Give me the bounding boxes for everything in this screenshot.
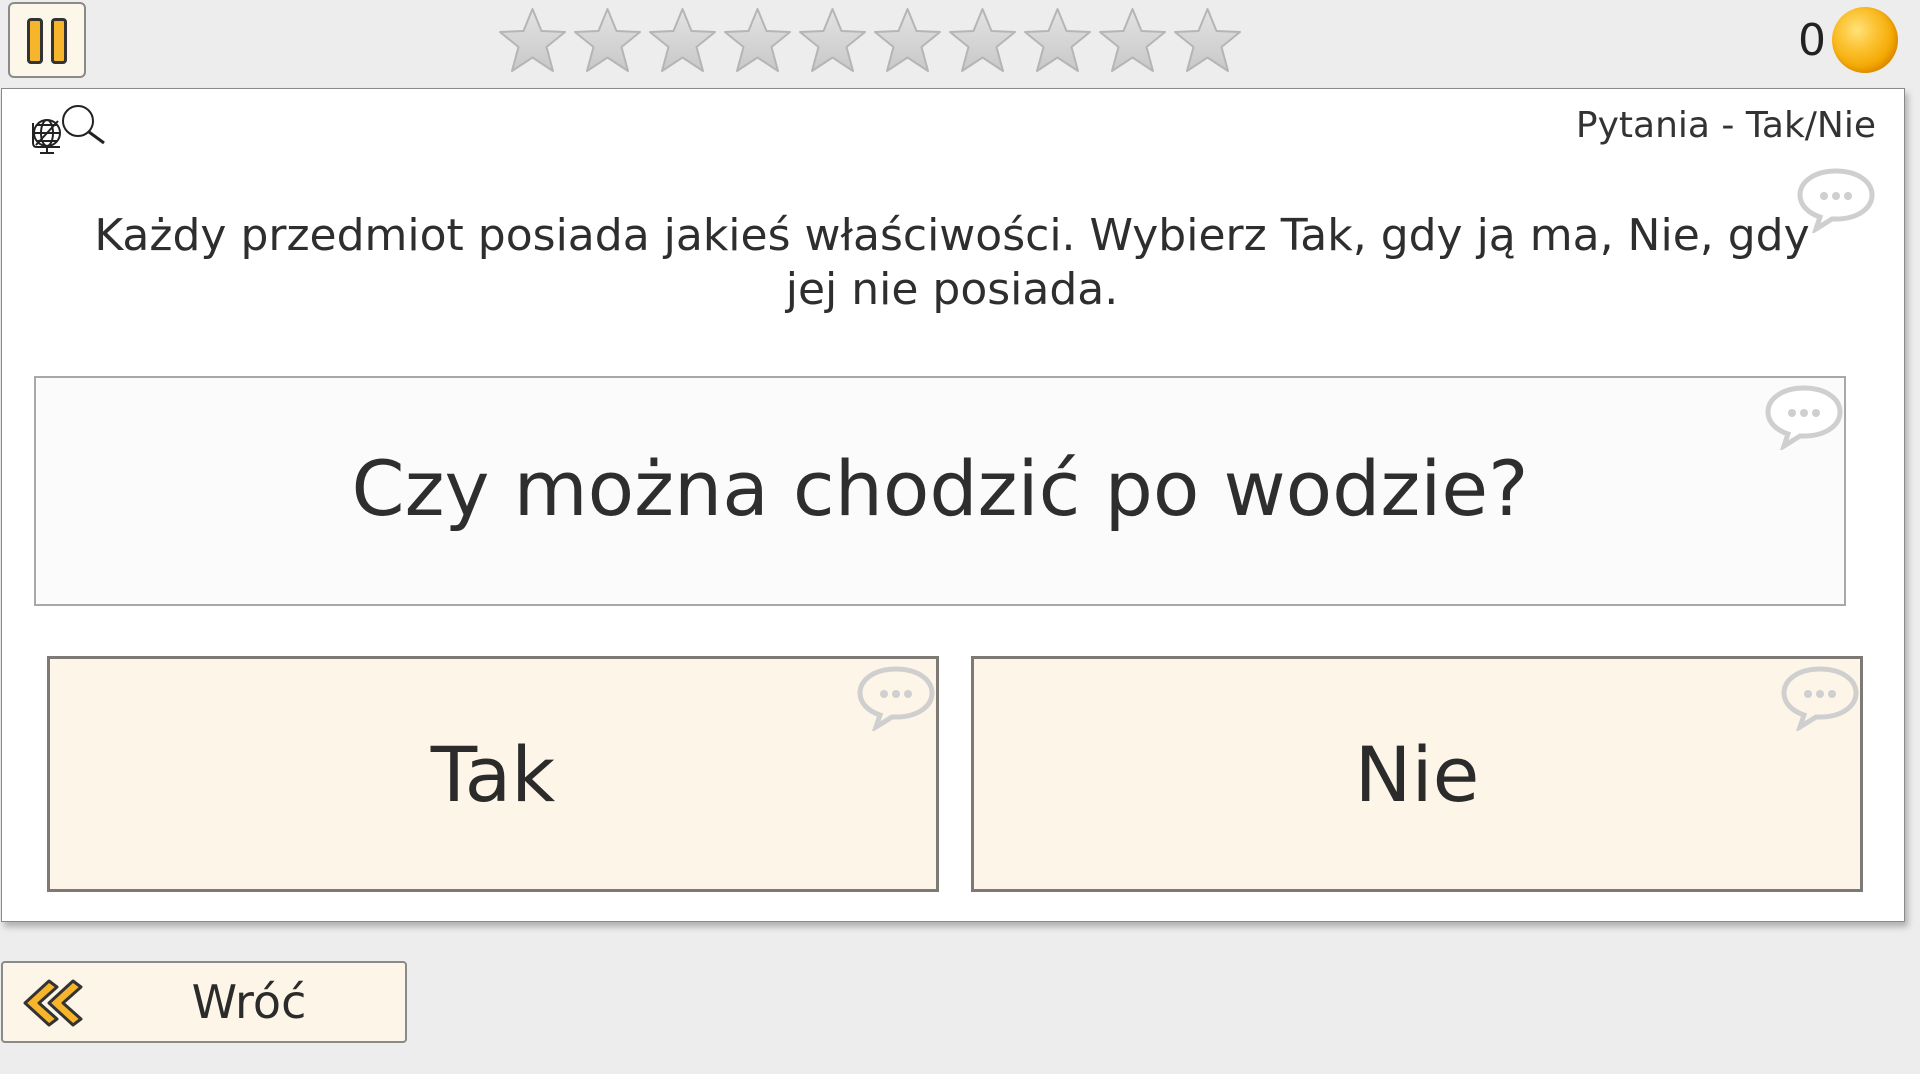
answer-yes-button[interactable]: Tak — [47, 656, 939, 892]
globe-search-icon[interactable] — [30, 101, 108, 157]
category-title: Pytania - Tak/Nie — [1575, 105, 1876, 146]
star-icon — [1099, 8, 1166, 72]
star-icon — [1174, 8, 1241, 72]
pause-icon — [27, 18, 43, 64]
coin-icon — [1832, 7, 1898, 73]
answer-label: Nie — [1354, 729, 1480, 819]
coin-counter: 0 — [1798, 6, 1898, 74]
speech-bubble-icon[interactable] — [1764, 384, 1844, 450]
answer-no-button[interactable]: Nie — [971, 656, 1863, 892]
star-icon — [1024, 8, 1091, 72]
star-rating — [495, 6, 1245, 76]
star-icon — [874, 8, 941, 72]
pause-button[interactable] — [8, 2, 86, 78]
question-text: Czy można chodzić po wodzie? — [351, 443, 1529, 533]
star-icon — [799, 8, 866, 72]
speech-bubble-icon[interactable] — [856, 665, 936, 731]
top-bar: 0 — [0, 0, 1920, 88]
answer-label: Tak — [430, 729, 556, 819]
back-label: Wróć — [191, 975, 307, 1029]
speech-bubble-icon[interactable] — [1780, 665, 1860, 731]
star-icon — [949, 8, 1016, 72]
double-chevron-left-icon — [23, 979, 83, 1027]
back-button[interactable]: Wróć — [1, 961, 407, 1043]
instruction-text: Każdy przedmiot posiada jakieś właściwoś… — [94, 210, 1810, 315]
star-icon — [649, 8, 716, 72]
quiz-panel: Pytania - Tak/Nie Każdy przedmiot posiad… — [1, 88, 1905, 922]
star-icon — [499, 8, 566, 72]
coin-count: 0 — [1798, 14, 1826, 66]
question-box: Czy można chodzić po wodzie? — [34, 376, 1846, 606]
star-icon — [724, 8, 791, 72]
star-icon — [574, 8, 641, 72]
